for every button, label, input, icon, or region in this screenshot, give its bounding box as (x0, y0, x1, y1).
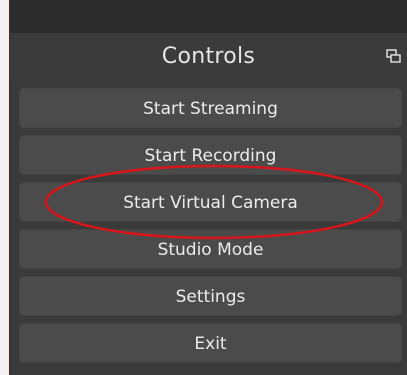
dock-top-strip (10, 0, 407, 33)
dock-header: Controls (10, 33, 407, 81)
controls-dock: Controls Start Streaming Start Recording… (9, 0, 407, 375)
studio-mode-button[interactable]: Studio Mode (19, 229, 402, 269)
start-streaming-button[interactable]: Start Streaming (19, 88, 402, 128)
controls-button-list: Start Streaming Start Recording Start Vi… (19, 88, 402, 370)
exit-button[interactable]: Exit (19, 323, 402, 363)
dock-title: Controls (161, 44, 256, 69)
start-recording-button[interactable]: Start Recording (19, 135, 402, 175)
float-window-icon[interactable] (386, 49, 401, 64)
start-virtual-camera-button[interactable]: Start Virtual Camera (19, 182, 402, 222)
settings-button[interactable]: Settings (19, 276, 402, 316)
